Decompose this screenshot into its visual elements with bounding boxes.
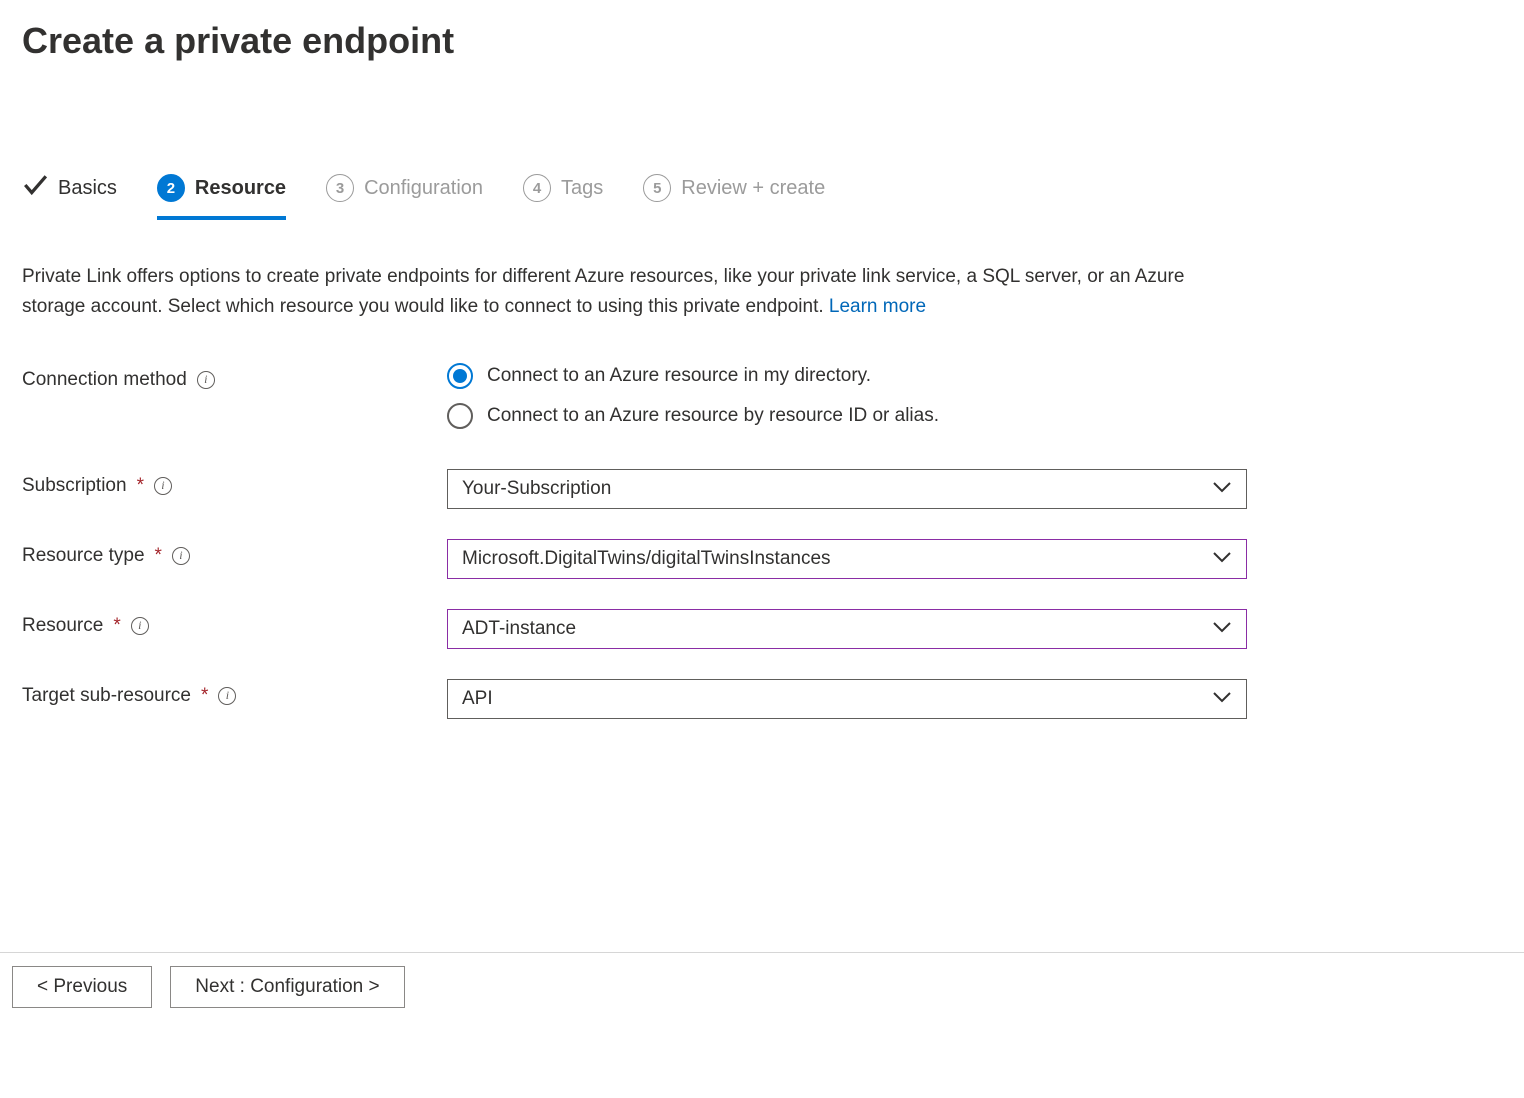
tab-description-text: Private Link offers options to create pr… bbox=[22, 266, 1184, 317]
checkmark-icon bbox=[22, 172, 48, 204]
label-text: Subscription bbox=[22, 475, 127, 497]
radio-connect-directory[interactable]: Connect to an Azure resource in my direc… bbox=[447, 363, 1247, 389]
footer-separator bbox=[0, 952, 1524, 953]
dropdown-value: API bbox=[462, 688, 493, 710]
tab-label: Review + create bbox=[681, 177, 825, 200]
subscription-dropdown[interactable]: Your-Subscription bbox=[447, 469, 1247, 509]
tab-tags[interactable]: 4 Tags bbox=[523, 174, 603, 220]
required-asterisk: * bbox=[113, 615, 120, 637]
chevron-down-icon bbox=[1212, 548, 1232, 570]
label-subscription: Subscription * i bbox=[22, 469, 447, 497]
resource-dropdown[interactable]: ADT-instance bbox=[447, 609, 1247, 649]
label-text: Connection method bbox=[22, 369, 187, 391]
step-number-icon: 5 bbox=[643, 174, 671, 202]
resource-type-dropdown[interactable]: Microsoft.DigitalTwins/digitalTwinsInsta… bbox=[447, 539, 1247, 579]
create-private-endpoint-page: Create a private endpoint Basics 2 Resou… bbox=[0, 0, 1524, 719]
chevron-down-icon bbox=[1212, 478, 1232, 500]
radio-connect-resource-id[interactable]: Connect to an Azure resource by resource… bbox=[447, 403, 1247, 429]
label-connection-method: Connection method i bbox=[22, 363, 447, 391]
label-text: Resource type bbox=[22, 545, 145, 567]
radio-icon bbox=[447, 363, 473, 389]
info-icon[interactable]: i bbox=[154, 477, 172, 495]
tab-description: Private Link offers options to create pr… bbox=[22, 262, 1242, 323]
label-text: Resource bbox=[22, 615, 103, 637]
info-icon[interactable]: i bbox=[172, 547, 190, 565]
tab-basics[interactable]: Basics bbox=[22, 172, 117, 222]
page-title: Create a private endpoint bbox=[22, 20, 1502, 62]
row-subscription: Subscription * i Your-Subscription bbox=[22, 469, 1502, 509]
next-button[interactable]: Next : Configuration > bbox=[170, 966, 404, 1008]
row-resource-type: Resource type * i Microsoft.DigitalTwins… bbox=[22, 539, 1502, 579]
required-asterisk: * bbox=[201, 685, 208, 707]
row-resource: Resource * i ADT-instance bbox=[22, 609, 1502, 649]
required-asterisk: * bbox=[137, 475, 144, 497]
radio-icon bbox=[447, 403, 473, 429]
step-number-icon: 3 bbox=[326, 174, 354, 202]
row-connection-method: Connection method i Connect to an Azure … bbox=[22, 363, 1502, 429]
tab-resource[interactable]: 2 Resource bbox=[157, 174, 286, 220]
chevron-down-icon bbox=[1212, 618, 1232, 640]
learn-more-link[interactable]: Learn more bbox=[829, 296, 926, 317]
previous-button[interactable]: < Previous bbox=[12, 966, 152, 1008]
target-sub-resource-dropdown[interactable]: API bbox=[447, 679, 1247, 719]
radio-label: Connect to an Azure resource by resource… bbox=[487, 405, 939, 427]
wizard-footer: < Previous Next : Configuration > bbox=[12, 966, 405, 1008]
info-icon[interactable]: i bbox=[218, 687, 236, 705]
tab-review-create[interactable]: 5 Review + create bbox=[643, 174, 825, 220]
row-target-sub-resource: Target sub-resource * i API bbox=[22, 679, 1502, 719]
label-text: Target sub-resource bbox=[22, 685, 191, 707]
dropdown-value: Microsoft.DigitalTwins/digitalTwinsInsta… bbox=[462, 548, 831, 570]
connection-method-options: Connect to an Azure resource in my direc… bbox=[447, 363, 1247, 429]
label-target-sub-resource: Target sub-resource * i bbox=[22, 679, 447, 707]
dropdown-value: ADT-instance bbox=[462, 618, 576, 640]
required-asterisk: * bbox=[155, 545, 162, 567]
step-number-icon: 2 bbox=[157, 174, 185, 202]
tab-label: Tags bbox=[561, 177, 603, 200]
dropdown-value: Your-Subscription bbox=[462, 478, 611, 500]
tab-label: Configuration bbox=[364, 177, 483, 200]
tab-label: Resource bbox=[195, 177, 286, 200]
label-resource-type: Resource type * i bbox=[22, 539, 447, 567]
label-resource: Resource * i bbox=[22, 609, 447, 637]
tab-configuration[interactable]: 3 Configuration bbox=[326, 174, 483, 220]
chevron-down-icon bbox=[1212, 688, 1232, 710]
wizard-steps: Basics 2 Resource 3 Configuration 4 Tags… bbox=[22, 172, 1502, 222]
radio-label: Connect to an Azure resource in my direc… bbox=[487, 365, 871, 387]
info-icon[interactable]: i bbox=[131, 617, 149, 635]
step-number-icon: 4 bbox=[523, 174, 551, 202]
tab-label: Basics bbox=[58, 177, 117, 200]
info-icon[interactable]: i bbox=[197, 371, 215, 389]
